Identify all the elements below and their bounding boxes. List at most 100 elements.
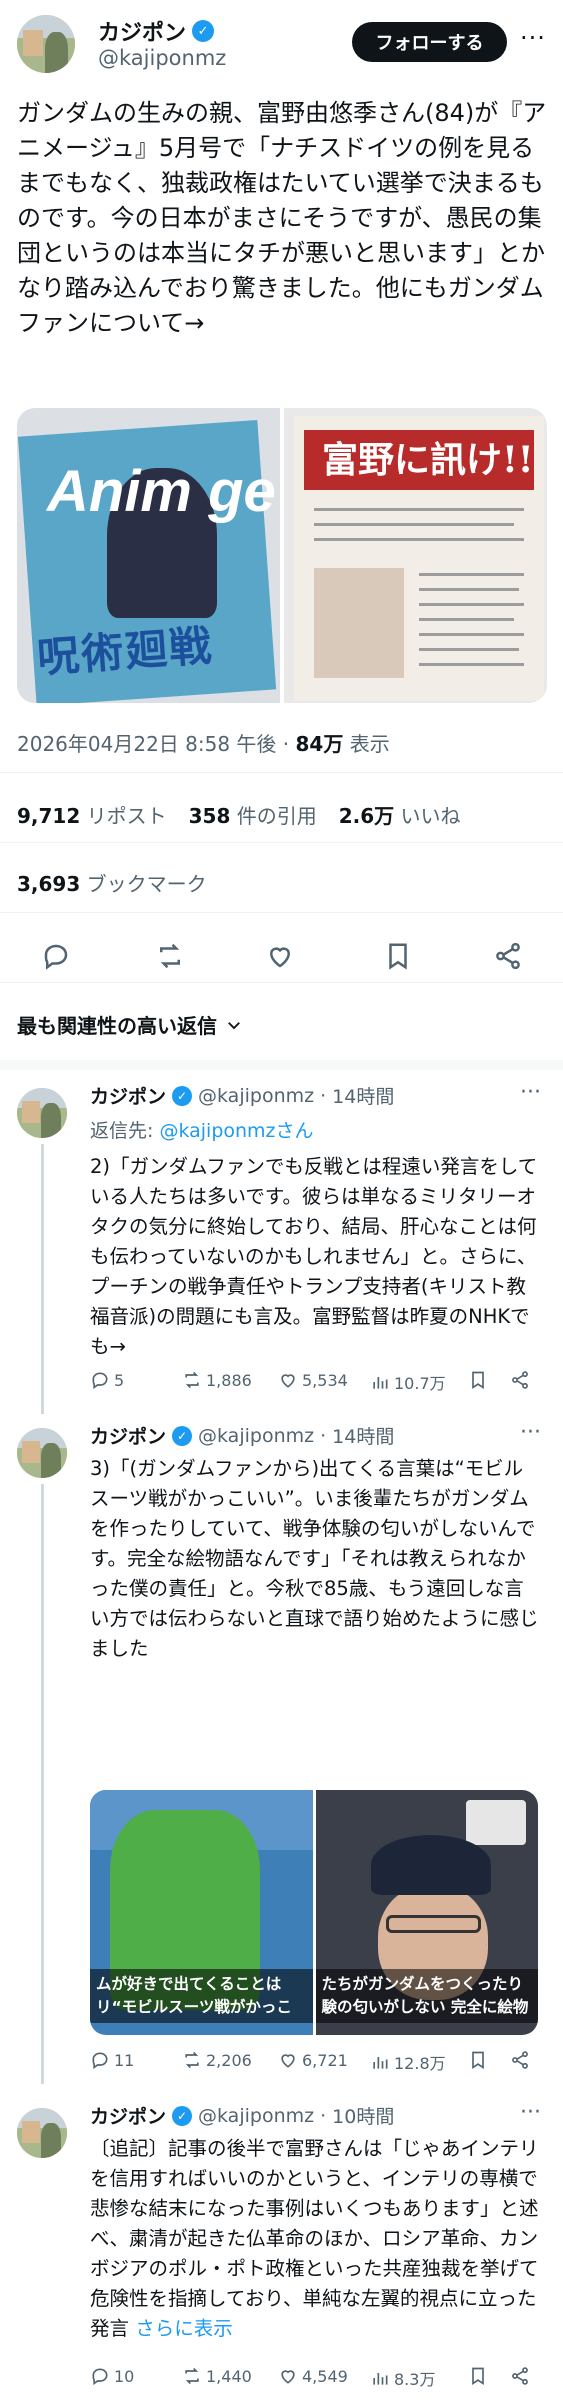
image-subtitle: たちがガンダムをつくったり 験の匂いがしない 完全に絵物	[315, 1969, 538, 2023]
tweet-action-bar	[0, 930, 563, 980]
author-handle[interactable]: @kajiponmz	[98, 46, 226, 70]
reply-time[interactable]: 14時間	[332, 1082, 394, 1109]
verified-badge-icon: ✓	[192, 20, 215, 42]
article-banner: 富野に訊け!!	[304, 430, 534, 490]
reply-to: 返信先: @kajiponmzさん	[90, 1120, 314, 1142]
like-icon[interactable]	[262, 938, 298, 974]
reply-tweet[interactable]: カジポン ✓ @kajiponmz · 14時間 ··· 返信先: @kajip…	[0, 1080, 563, 1414]
reply-tweet[interactable]: カジポン ✓ @kajiponmz · 14時間 ··· 3)「(ガンダムファン…	[0, 1420, 563, 2090]
reply-text: 3)「(ガンダムファンから)出てくる言葉は“モビルスーツ戦がかっこいい”。いま後…	[90, 1457, 539, 1660]
avatar[interactable]	[17, 1088, 67, 1138]
reply-icon	[92, 1372, 108, 1390]
verified-badge-icon: ✓	[172, 1085, 193, 1106]
reply-header: カジポン ✓ @kajiponmz · 14時間	[90, 1422, 394, 1449]
reply-action-bar: 11 2,206 6,721 12.8万	[90, 2050, 550, 2080]
tweet-meta: 2026年04月22日 8:58 午後 · 84万 表示	[17, 732, 390, 756]
timestamp[interactable]: 2026年04月22日 8:58 午後	[17, 732, 276, 756]
reply-time[interactable]: 14時間	[332, 1422, 394, 1449]
views-button[interactable]: 8.3万	[370, 2366, 435, 2390]
views-button[interactable]: 10.7万	[370, 1370, 446, 1394]
reply-icon	[92, 2368, 108, 2386]
author-name[interactable]: カジポン	[90, 2102, 166, 2129]
views-button[interactable]: 12.8万	[370, 2050, 446, 2074]
bookmark-stat: 3,693 ブックマーク	[17, 872, 207, 896]
share-icon[interactable]	[490, 938, 526, 974]
divider	[0, 912, 563, 913]
author-row: カジポン ✓	[98, 15, 215, 47]
divider	[0, 842, 563, 843]
sort-label: 最も関連性の高い返信	[17, 1014, 217, 1038]
section-divider	[0, 1060, 563, 1070]
thread-line	[41, 1484, 44, 2084]
author-handle[interactable]: @kajiponmz	[198, 2105, 314, 2127]
repost-icon[interactable]	[152, 938, 188, 974]
magazine-logo: Anim ge	[47, 459, 276, 524]
tweet-header: カジポン ✓ @kajiponmz フォローする ···	[0, 0, 563, 90]
reply-action-bar: 10 1,440 4,549 8.3万	[90, 2366, 550, 2396]
divider	[0, 982, 563, 983]
like-button[interactable]: 6,721	[278, 2050, 348, 2070]
magazine-article-image[interactable]: 富野に訊け!!	[284, 408, 547, 703]
image-subtitle: ムが好きで出てくることは リ“モビルスーツ戦がかっこ	[90, 1969, 313, 2023]
reply-icon[interactable]	[38, 938, 74, 974]
more-options-icon[interactable]: ···	[520, 1420, 541, 1445]
quote-stat[interactable]: 358 件の引用	[189, 800, 317, 829]
view-count: 84万	[295, 732, 344, 756]
repost-button[interactable]: 1,886	[182, 1370, 252, 1390]
share-icon[interactable]	[510, 2050, 530, 2070]
follow-button[interactable]: フォローする	[352, 22, 507, 62]
reply-button[interactable]: 11	[90, 2050, 134, 2070]
avatar[interactable]	[17, 1428, 67, 1478]
bookmark-icon[interactable]	[468, 1370, 488, 1390]
share-icon[interactable]	[510, 2366, 530, 2386]
view-label: 表示	[349, 732, 390, 756]
like-icon	[281, 2370, 295, 2384]
author-name[interactable]: カジポン	[90, 1082, 166, 1109]
more-options-icon[interactable]: ···	[520, 2100, 541, 2125]
like-button[interactable]: 5,534	[278, 1370, 348, 1390]
repost-button[interactable]: 2,206	[182, 2050, 252, 2070]
like-icon	[281, 1374, 295, 1388]
views-icon	[373, 2057, 388, 2069]
divider	[0, 772, 563, 773]
interview-screenshot-image[interactable]: たちがガンダムをつくったり 験の匂いがしない 完全に絵物	[315, 1790, 538, 2035]
author-name[interactable]: カジポン	[98, 15, 186, 47]
like-stat[interactable]: 2.6万 いいね	[339, 800, 461, 829]
like-button[interactable]: 4,549	[278, 2366, 348, 2386]
reply-action-bar: 5 1,886 5,534 10.7万	[90, 1370, 550, 1400]
author-handle[interactable]: @kajiponmz	[198, 1085, 314, 1107]
more-options-icon[interactable]: ···	[520, 1080, 541, 1105]
reply-header: カジポン ✓ @kajiponmz · 14時間	[90, 1082, 394, 1109]
bookmark-icon[interactable]	[468, 2366, 488, 2386]
avatar[interactable]	[17, 2108, 67, 2158]
show-more-link[interactable]: さらに表示	[135, 2317, 233, 2340]
verified-badge-icon: ✓	[172, 2105, 193, 2126]
reply-button[interactable]: 5	[90, 1370, 124, 1390]
reply-text: 〔追記〕記事の後半で富野さんは「じゃあインテリを信用すればいいのかというと、イン…	[90, 2137, 539, 2340]
reply-to-handle[interactable]: @kajiponmzさん	[159, 1120, 313, 1142]
author-name[interactable]: カジポン	[90, 1422, 166, 1449]
verified-badge-icon: ✓	[172, 1425, 193, 1446]
tweet-media[interactable]: Anim ge 呪術廻戦 富野に訊け!!	[17, 408, 547, 703]
share-icon[interactable]	[510, 1370, 530, 1390]
anime-screenshot-image[interactable]: ムが好きで出てくることは リ“モビルスーツ戦がかっこ	[90, 1790, 313, 2035]
chevron-down-icon	[228, 1021, 240, 1029]
bookmark-icon[interactable]	[380, 938, 416, 974]
reply-tweet[interactable]: カジポン ✓ @kajiponmz · 10時間 ··· 〔追記〕記事の後半で富…	[0, 2100, 563, 2400]
bookmark-icon[interactable]	[468, 2050, 488, 2070]
reply-text: 2)「ガンダムファンでも反戦とは程遠い発言をしている人たちは多いです。彼らは単な…	[90, 1155, 538, 1358]
reply-media[interactable]: ムが好きで出てくることは リ“モビルスーツ戦がかっこ たちがガンダムをつくったり…	[90, 1790, 538, 2035]
tweet-text: ガンダムの生みの親、富野由悠季さん(84)が『アニメージュ』5月号で「ナチスドイ…	[17, 99, 547, 337]
repost-stat[interactable]: 9,712 リポスト	[17, 800, 167, 829]
reply-button[interactable]: 10	[90, 2366, 134, 2386]
more-options-icon[interactable]: ···	[520, 24, 546, 52]
avatar[interactable]	[17, 15, 75, 73]
magazine-cover-image[interactable]: Anim ge 呪術廻戦	[17, 408, 280, 703]
repost-button[interactable]: 1,440	[182, 2366, 252, 2386]
views-icon	[373, 1377, 388, 1389]
repost-icon	[185, 2367, 199, 2385]
reply-time[interactable]: 10時間	[332, 2102, 394, 2129]
author-handle[interactable]: @kajiponmz	[198, 1425, 314, 1447]
repost-icon	[185, 2051, 199, 2069]
reply-sort-dropdown[interactable]: 最も関連性の高い返信	[17, 1010, 243, 1039]
